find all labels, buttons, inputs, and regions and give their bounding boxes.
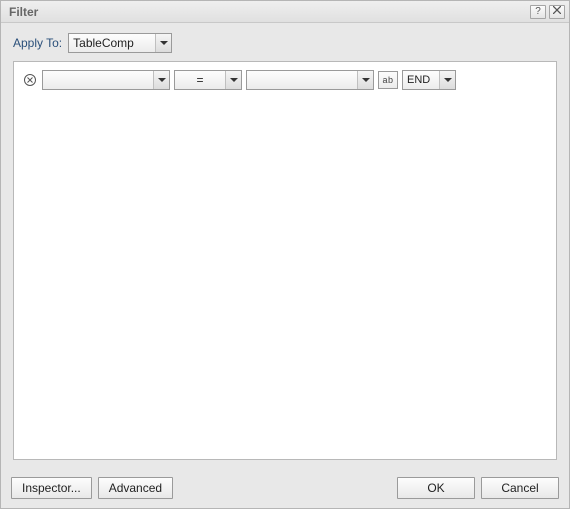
operator-value: = — [175, 73, 225, 87]
ok-label: OK — [427, 481, 444, 495]
logic-select[interactable]: END — [402, 70, 456, 90]
cancel-label: Cancel — [501, 481, 538, 495]
chevron-down-icon — [153, 71, 169, 89]
field-select[interactable] — [42, 70, 170, 90]
apply-to-select[interactable]: TableComp — [68, 33, 172, 53]
chevron-down-icon — [439, 71, 455, 89]
apply-to-label: Apply To: — [13, 36, 62, 50]
inspector-button[interactable]: Inspector... — [11, 477, 92, 499]
value-select[interactable] — [246, 70, 374, 90]
remove-rule-button[interactable] — [22, 72, 38, 88]
chevron-down-icon — [357, 71, 373, 89]
rules-panel: = ab END — [13, 61, 557, 460]
chevron-down-icon — [155, 34, 171, 52]
titlebar: Filter ? — [1, 1, 569, 23]
logic-value: END — [403, 74, 439, 86]
clear-icon — [23, 73, 37, 87]
help-icon: ? — [535, 6, 541, 17]
filter-rule-row: = ab END — [22, 70, 456, 90]
advanced-label: Advanced — [109, 481, 162, 495]
apply-to-row: Apply To: TableComp — [1, 23, 569, 61]
apply-to-value: TableComp — [69, 36, 155, 50]
chevron-down-icon — [225, 71, 241, 89]
close-icon — [553, 6, 561, 17]
button-bar: Inspector... Advanced OK Cancel — [1, 470, 569, 508]
format-button[interactable]: ab — [378, 71, 398, 89]
filter-dialog: Filter ? Apply To: TableComp — [0, 0, 570, 509]
format-icon: ab — [382, 75, 393, 85]
ok-button[interactable]: OK — [397, 477, 475, 499]
close-button[interactable] — [549, 5, 565, 19]
cancel-button[interactable]: Cancel — [481, 477, 559, 499]
inspector-label: Inspector... — [22, 481, 81, 495]
operator-select[interactable]: = — [174, 70, 242, 90]
help-button[interactable]: ? — [530, 5, 546, 19]
advanced-button[interactable]: Advanced — [98, 477, 173, 499]
dialog-title: Filter — [9, 5, 527, 19]
